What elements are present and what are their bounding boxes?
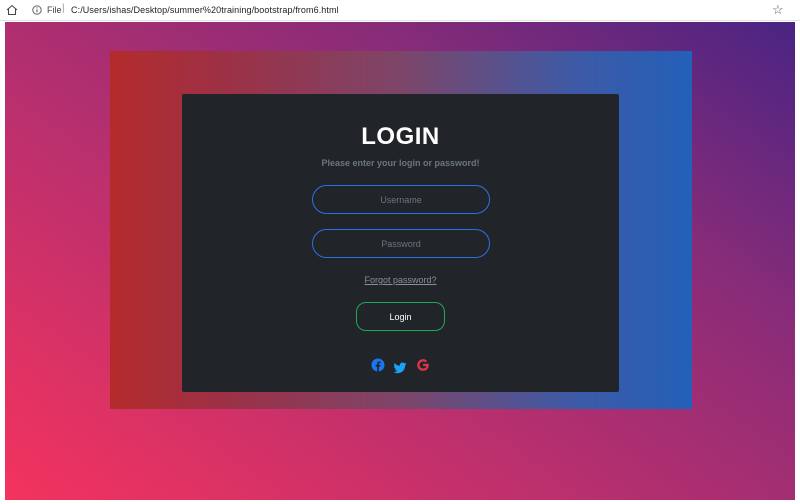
page-title: LOGIN — [361, 123, 440, 150]
login-button[interactable]: Login — [356, 302, 445, 331]
forgot-password-link[interactable]: Forgot password? — [182, 275, 619, 285]
info-icon[interactable] — [32, 5, 42, 15]
separator: | — [62, 3, 65, 14]
bookmark-star-icon[interactable]: ☆ — [772, 2, 784, 18]
login-card: LOGIN Please enter your login or passwor… — [182, 94, 619, 392]
url-text[interactable]: C:/Users/ishas/Desktop/summer%20training… — [71, 5, 339, 15]
browser-address-bar: File | C:/Users/ishas/Desktop/summer%20t… — [0, 0, 800, 21]
facebook-icon[interactable] — [371, 358, 385, 372]
password-input[interactable] — [312, 229, 490, 258]
home-icon[interactable] — [6, 4, 18, 16]
twitter-icon[interactable] — [393, 361, 407, 375]
username-input[interactable] — [312, 185, 490, 214]
google-icon[interactable] — [416, 358, 430, 372]
login-subtitle: Please enter your login or password! — [321, 158, 480, 168]
scheme-label: File — [47, 5, 62, 15]
